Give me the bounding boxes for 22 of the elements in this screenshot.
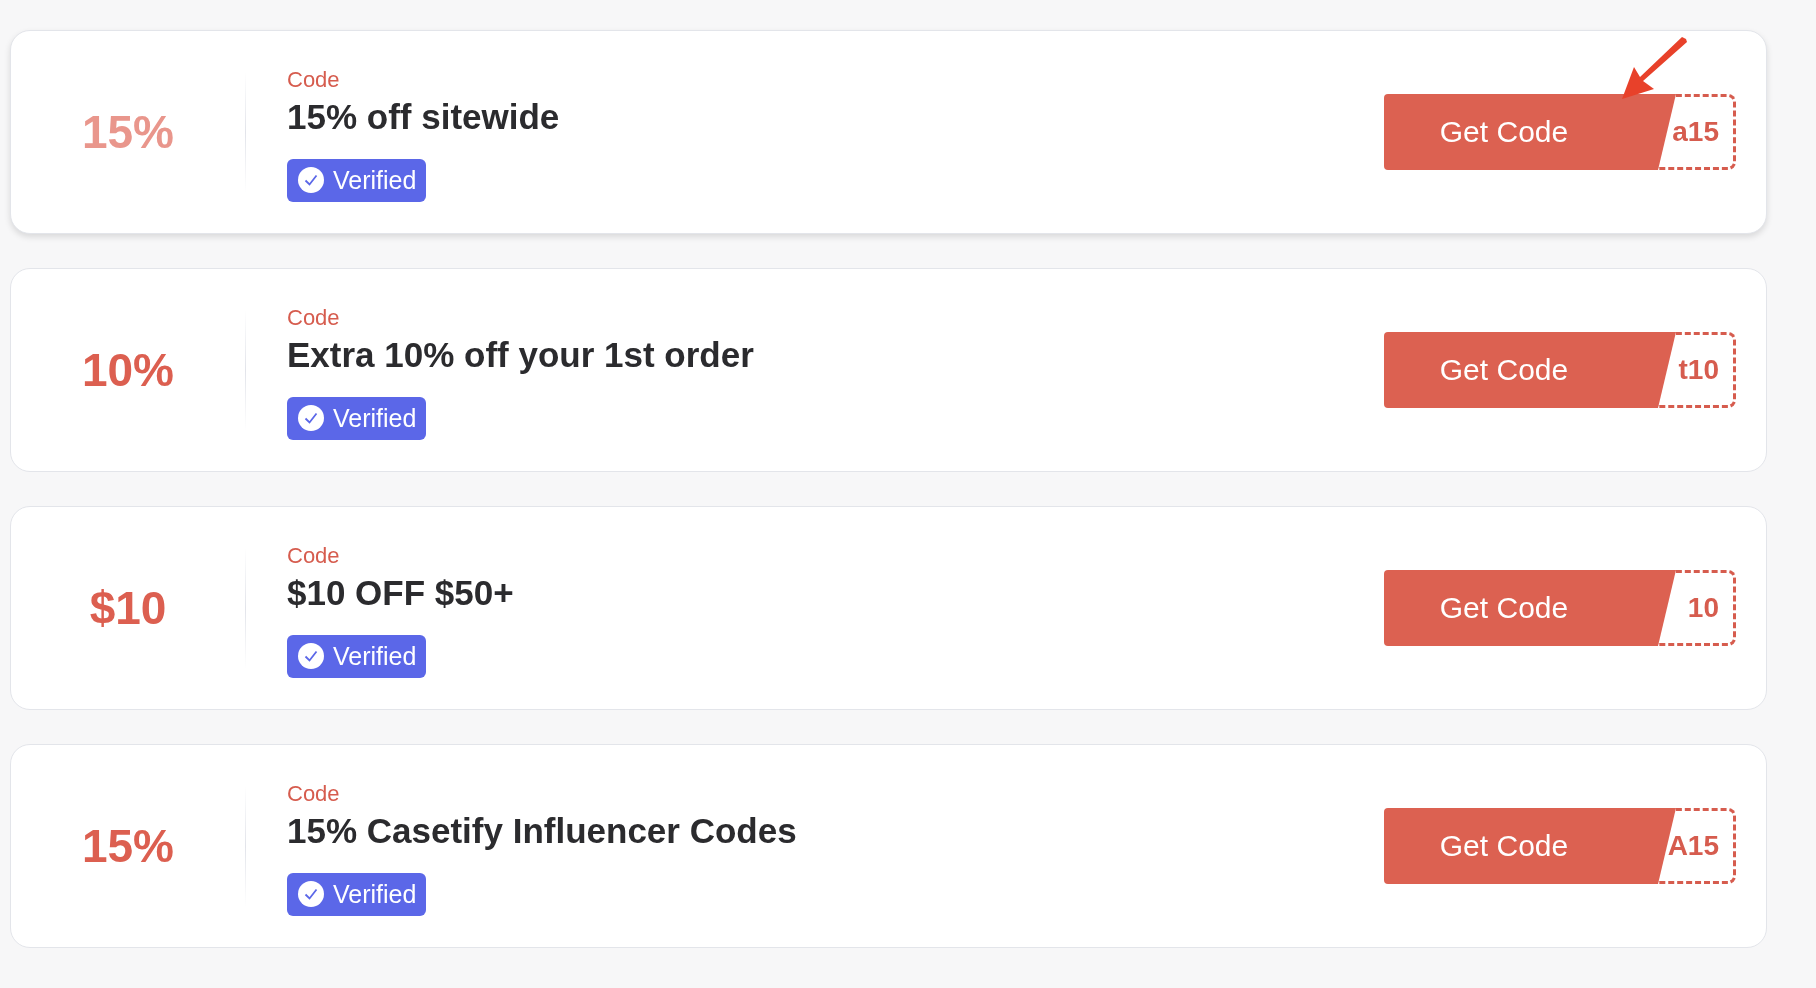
check-icon xyxy=(297,880,325,908)
coupon-title: 15% Casetify Influencer Codes xyxy=(287,810,797,851)
verified-badge: Verified xyxy=(287,396,427,440)
discount-value: 10% xyxy=(80,343,176,397)
check-icon xyxy=(297,642,325,670)
coupon-title: Extra 10% off your 1st order xyxy=(287,334,754,375)
check-icon xyxy=(297,404,325,432)
discount-value: 15% xyxy=(80,819,176,873)
discount-value: $10 xyxy=(88,581,168,635)
get-code-button[interactable]: Get Code xyxy=(1384,332,1676,408)
type-label: Code xyxy=(287,542,340,569)
get-code-button[interactable]: Get Code xyxy=(1384,570,1676,646)
coupon-title: 15% off sitewide xyxy=(287,96,560,137)
discount-value: 15% xyxy=(80,105,176,159)
coupon-title: $10 OFF $50+ xyxy=(287,572,514,613)
type-label: Code xyxy=(287,304,340,331)
type-label: Code xyxy=(287,66,340,93)
type-label: Code xyxy=(287,780,340,807)
verified-badge: Verified xyxy=(287,158,427,202)
verified-badge: Verified xyxy=(287,872,427,916)
verified-badge: Verified xyxy=(287,634,427,678)
check-icon xyxy=(297,166,325,194)
